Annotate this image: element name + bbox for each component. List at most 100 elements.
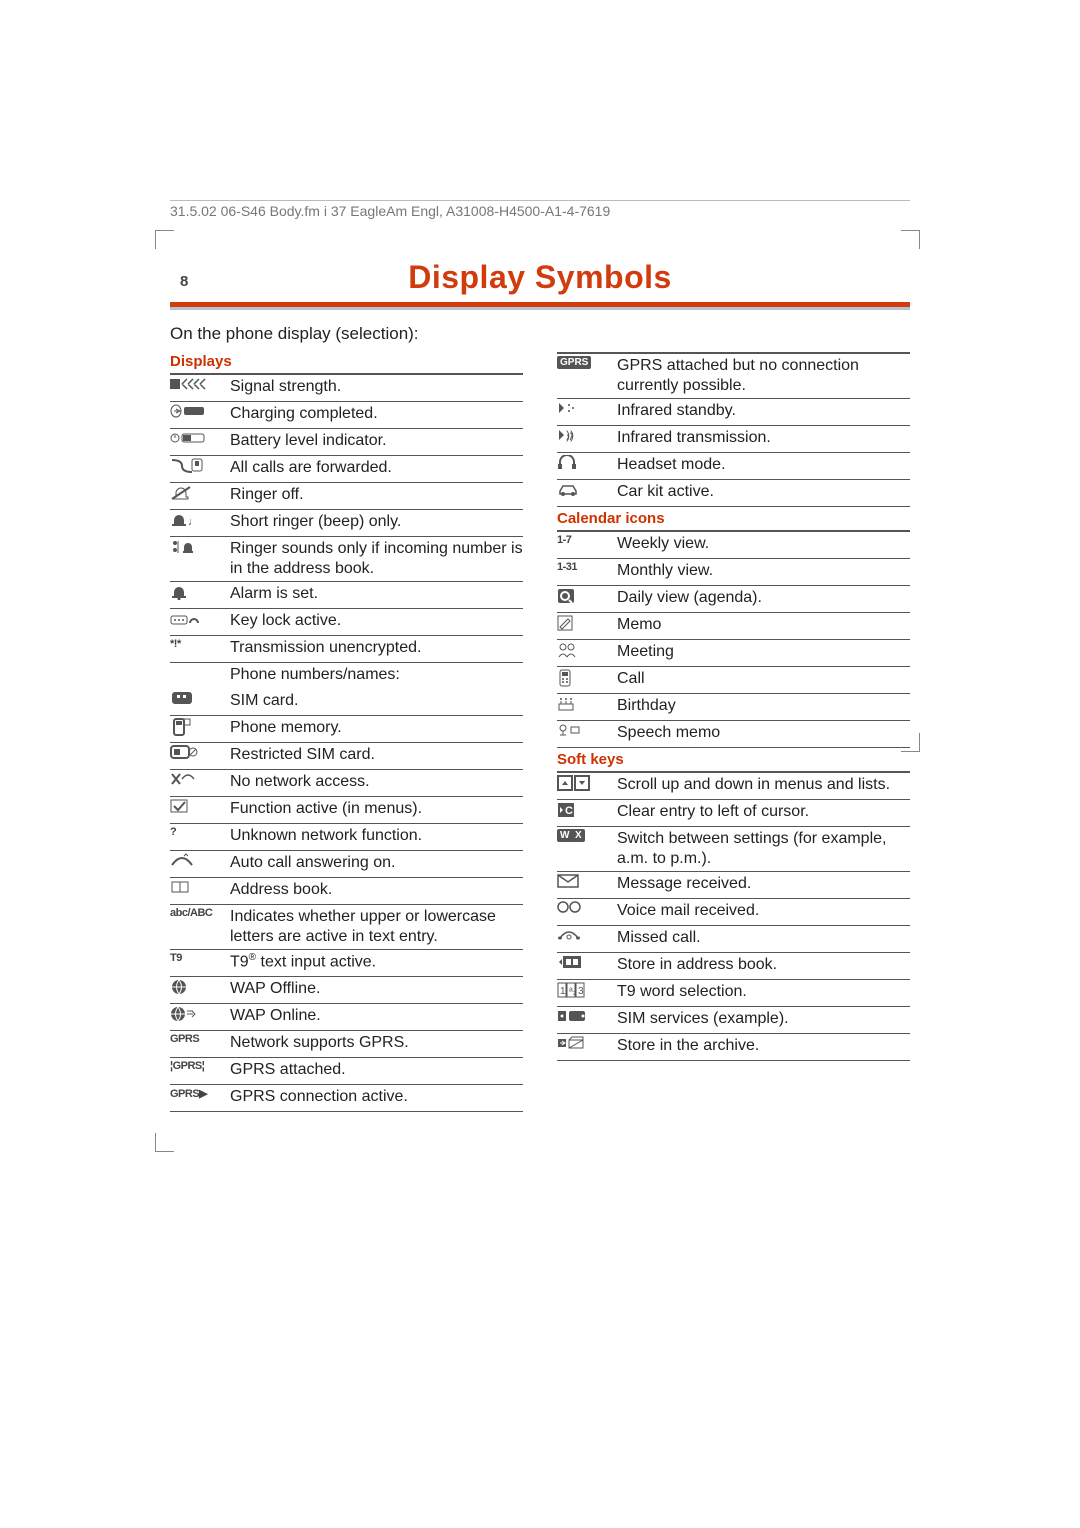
left-column: Displays Signal strength.Charging comple…	[170, 350, 523, 1112]
table-row: Phone numbers/names:	[170, 663, 523, 689]
table-row: Car kit active.	[557, 480, 910, 507]
t9-icon: T9	[170, 952, 230, 964]
wap-on-icon	[170, 1006, 230, 1022]
table-row: abc/ABCIndicates whether upper or lowerc…	[170, 905, 523, 950]
func-active-icon	[170, 799, 230, 813]
svg-text:3: 3	[578, 986, 584, 997]
table-row: T9T9® text input active.	[170, 950, 523, 977]
symbol-description: WAP Offline.	[230, 979, 523, 999]
wx-icon: W X	[557, 829, 617, 842]
birthday-icon	[557, 696, 617, 712]
ringer-off-icon	[170, 485, 230, 501]
symbol-description: Speech memo	[617, 723, 910, 743]
table-row: Daily view (agenda).	[557, 586, 910, 613]
table-row: 1-31Monthly view.	[557, 559, 910, 586]
symbol-description: Ringer sounds only if incoming number is…	[230, 539, 523, 579]
symbol-description: Unknown network function.	[230, 826, 523, 846]
page-number: 8	[180, 273, 188, 290]
table-row: *!*Transmission unencrypted.	[170, 636, 523, 663]
symbol-description: Ringer off.	[230, 485, 523, 505]
symbol-description: Battery level indicator.	[230, 431, 523, 451]
symbol-description: Network supports GPRS.	[230, 1033, 523, 1053]
symbol-description: Transmission unencrypted.	[230, 638, 523, 658]
symbol-description: Clear entry to left of cursor.	[617, 802, 910, 822]
table-row: WAP Online.	[170, 1004, 523, 1031]
crop-mark	[155, 1133, 174, 1152]
text-icon: 1-31	[557, 561, 617, 573]
symbol-description: Monthly view.	[617, 561, 910, 581]
t9sel-icon: 1ᵃ₂3	[557, 982, 617, 998]
symbol-description: Missed call.	[617, 928, 910, 948]
symbol-description: T9® text input active.	[230, 952, 523, 972]
table-row: Call	[557, 667, 910, 694]
table-row: Store in address book.	[557, 953, 910, 980]
store-ab-icon	[557, 955, 617, 969]
symbol-description: SIM card.	[230, 691, 523, 711]
symbol-description: Scroll up and down in menus and lists.	[617, 775, 910, 795]
symbol-description: Daily view (agenda).	[617, 588, 910, 608]
symbol-description: Car kit active.	[617, 482, 910, 502]
table-row: GPRS▶GPRS connection active.	[170, 1085, 523, 1112]
table-row: ¦GPRS¦GPRS attached.	[170, 1058, 523, 1085]
table-row: Function active (in menus).	[170, 797, 523, 824]
symbol-description: Message received.	[617, 874, 910, 894]
table-row: Scroll up and down in menus and lists.	[557, 773, 910, 800]
agenda-icon	[557, 588, 617, 604]
table-row: Voice mail received.	[557, 899, 910, 926]
symbol-description: Charging completed.	[230, 404, 523, 424]
symbol-description: GPRS connection active.	[230, 1087, 523, 1107]
unenc-icon: *!*	[170, 638, 230, 650]
sim-icon	[170, 691, 230, 705]
symbol-description: Phone numbers/names:	[230, 665, 523, 685]
symbol-description: Alarm is set.	[230, 584, 523, 604]
missed-icon	[557, 928, 617, 942]
sim-restr-icon	[170, 745, 230, 759]
symbol-description: Infrared standby.	[617, 401, 910, 421]
table-row: All calls are forwarded.	[170, 456, 523, 483]
table-row: Auto call answering on.	[170, 851, 523, 878]
table-row: Charging completed.	[170, 402, 523, 429]
call-cal-icon	[557, 669, 617, 687]
ir-standby-icon	[557, 401, 617, 415]
header-metadata: 31.5.02 06-S46 Body.fm i 37 EagleAm Engl…	[170, 200, 910, 219]
crop-mark	[155, 230, 174, 249]
symbol-description: Call	[617, 669, 910, 689]
table-row: SIM services (example).	[557, 1007, 910, 1034]
table-row: Missed call.	[557, 926, 910, 953]
addr-ring-icon	[170, 539, 230, 555]
table-row: Key lock active.	[170, 609, 523, 636]
symbol-description: SIM services (example).	[617, 1009, 910, 1029]
table-row: Ringer sounds only if incoming number is…	[170, 537, 523, 582]
svg-text:)): ))	[566, 428, 574, 442]
symbol-description: Weekly view.	[617, 534, 910, 554]
document-page: 31.5.02 06-S46 Body.fm i 37 EagleAm Engl…	[0, 0, 1080, 1192]
table-row: 1ᵃ₂3T9 word selection.	[557, 980, 910, 1007]
abc-icon: abc/ABC	[170, 907, 230, 919]
section-heading-displays: Displays	[170, 350, 523, 371]
forward-icon	[170, 458, 230, 474]
sim-svc-icon	[557, 1009, 617, 1023]
carkit-icon	[557, 482, 617, 496]
no-net-icon	[170, 772, 230, 786]
title-row: 8 Display Symbols	[170, 259, 910, 296]
table-row: Alarm is set.	[170, 582, 523, 609]
symbol-description: Meeting	[617, 642, 910, 662]
alarm-icon	[170, 584, 230, 600]
table-row: Signal strength.	[170, 375, 523, 402]
book-icon	[170, 880, 230, 894]
table-row: ♩Short ringer (beep) only.	[170, 510, 523, 537]
table-row: CClear entry to left of cursor.	[557, 800, 910, 827]
table-row: Ringer off.	[170, 483, 523, 510]
symbol-description: Store in the archive.	[617, 1036, 910, 1056]
svg-text:♩: ♩	[188, 516, 199, 528]
headset-icon	[557, 455, 617, 471]
table-row: Memo	[557, 613, 910, 640]
symbol-description: Function active (in menus).	[230, 799, 523, 819]
wap-off-icon	[170, 979, 230, 995]
symbol-description: No network access.	[230, 772, 523, 792]
beep-icon: ♩	[170, 512, 230, 528]
gprs-badge-icon: GPRS	[557, 356, 617, 369]
table-row: Meeting	[557, 640, 910, 667]
table-row: Headset mode.	[557, 453, 910, 480]
right-column: GPRSGPRS attached but no connection curr…	[557, 350, 910, 1112]
